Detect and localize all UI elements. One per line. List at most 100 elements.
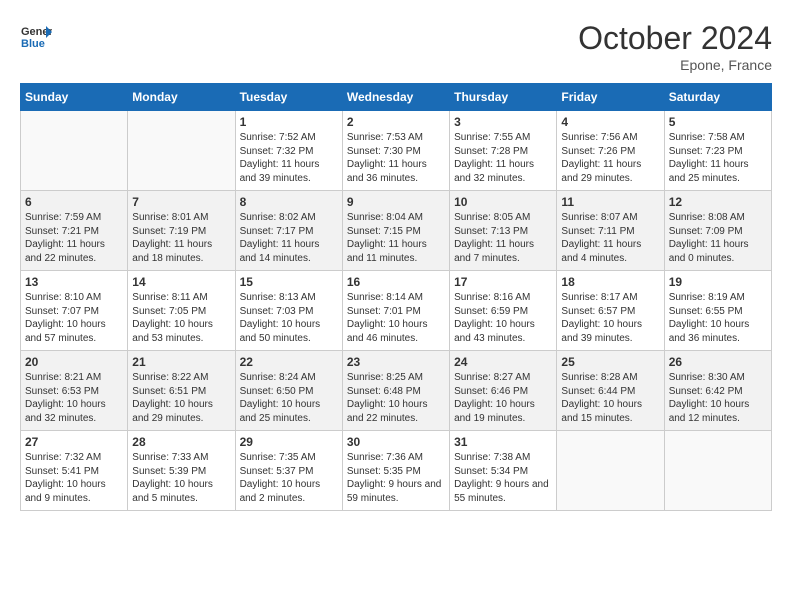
calendar-cell: 16 Sunrise: 8:14 AMSunset: 7:01 PMDaylig… bbox=[342, 271, 449, 351]
day-number: 20 bbox=[25, 355, 123, 369]
week-row-5: 27 Sunrise: 7:32 AMSunset: 5:41 PMDaylig… bbox=[21, 431, 772, 511]
calendar-cell: 8 Sunrise: 8:02 AMSunset: 7:17 PMDayligh… bbox=[235, 191, 342, 271]
day-number: 15 bbox=[240, 275, 338, 289]
calendar-cell: 19 Sunrise: 8:19 AMSunset: 6:55 PMDaylig… bbox=[664, 271, 771, 351]
cell-info: Sunrise: 7:33 AMSunset: 5:39 PMDaylight:… bbox=[132, 452, 213, 504]
header-day-monday: Monday bbox=[128, 84, 235, 111]
cell-info: Sunrise: 8:14 AMSunset: 7:01 PMDaylight:… bbox=[347, 292, 428, 344]
header-day-saturday: Saturday bbox=[664, 84, 771, 111]
day-number: 10 bbox=[454, 195, 552, 209]
cell-info: Sunrise: 8:13 AMSunset: 7:03 PMDaylight:… bbox=[240, 292, 321, 344]
week-row-3: 13 Sunrise: 8:10 AMSunset: 7:07 PMDaylig… bbox=[21, 271, 772, 351]
calendar-cell: 10 Sunrise: 8:05 AMSunset: 7:13 PMDaylig… bbox=[450, 191, 557, 271]
svg-text:Blue: Blue bbox=[21, 38, 45, 50]
calendar-cell: 12 Sunrise: 8:08 AMSunset: 7:09 PMDaylig… bbox=[664, 191, 771, 271]
day-number: 4 bbox=[561, 115, 659, 129]
cell-info: Sunrise: 7:35 AMSunset: 5:37 PMDaylight:… bbox=[240, 452, 321, 504]
header-day-sunday: Sunday bbox=[21, 84, 128, 111]
header-day-wednesday: Wednesday bbox=[342, 84, 449, 111]
cell-info: Sunrise: 8:05 AMSunset: 7:13 PMDaylight:… bbox=[454, 212, 534, 264]
day-number: 31 bbox=[454, 435, 552, 449]
cell-info: Sunrise: 7:32 AMSunset: 5:41 PMDaylight:… bbox=[25, 452, 106, 504]
cell-info: Sunrise: 8:24 AMSunset: 6:50 PMDaylight:… bbox=[240, 372, 321, 424]
header-row: SundayMondayTuesdayWednesdayThursdayFrid… bbox=[21, 84, 772, 111]
calendar-cell: 31 Sunrise: 7:38 AMSunset: 5:34 PMDaylig… bbox=[450, 431, 557, 511]
day-number: 25 bbox=[561, 355, 659, 369]
calendar-cell: 5 Sunrise: 7:58 AMSunset: 7:23 PMDayligh… bbox=[664, 111, 771, 191]
cell-info: Sunrise: 7:58 AMSunset: 7:23 PMDaylight:… bbox=[669, 132, 749, 184]
header-day-tuesday: Tuesday bbox=[235, 84, 342, 111]
cell-info: Sunrise: 8:30 AMSunset: 6:42 PMDaylight:… bbox=[669, 372, 750, 424]
day-number: 11 bbox=[561, 195, 659, 209]
header-day-thursday: Thursday bbox=[450, 84, 557, 111]
day-number: 28 bbox=[132, 435, 230, 449]
calendar-cell: 27 Sunrise: 7:32 AMSunset: 5:41 PMDaylig… bbox=[21, 431, 128, 511]
calendar-cell: 3 Sunrise: 7:55 AMSunset: 7:28 PMDayligh… bbox=[450, 111, 557, 191]
cell-info: Sunrise: 7:59 AMSunset: 7:21 PMDaylight:… bbox=[25, 212, 105, 264]
cell-info: Sunrise: 8:01 AMSunset: 7:19 PMDaylight:… bbox=[132, 212, 212, 264]
calendar-cell: 9 Sunrise: 8:04 AMSunset: 7:15 PMDayligh… bbox=[342, 191, 449, 271]
calendar-cell: 14 Sunrise: 8:11 AMSunset: 7:05 PMDaylig… bbox=[128, 271, 235, 351]
cell-info: Sunrise: 7:53 AMSunset: 7:30 PMDaylight:… bbox=[347, 132, 427, 184]
calendar-cell bbox=[664, 431, 771, 511]
month-title: October 2024 bbox=[578, 20, 772, 57]
cell-info: Sunrise: 8:28 AMSunset: 6:44 PMDaylight:… bbox=[561, 372, 642, 424]
calendar-cell bbox=[557, 431, 664, 511]
day-number: 24 bbox=[454, 355, 552, 369]
calendar-cell: 1 Sunrise: 7:52 AMSunset: 7:32 PMDayligh… bbox=[235, 111, 342, 191]
cell-info: Sunrise: 8:04 AMSunset: 7:15 PMDaylight:… bbox=[347, 212, 427, 264]
cell-info: Sunrise: 8:17 AMSunset: 6:57 PMDaylight:… bbox=[561, 292, 642, 344]
calendar-cell: 7 Sunrise: 8:01 AMSunset: 7:19 PMDayligh… bbox=[128, 191, 235, 271]
day-number: 22 bbox=[240, 355, 338, 369]
day-number: 18 bbox=[561, 275, 659, 289]
title-block: October 2024 Epone, France bbox=[578, 20, 772, 73]
week-row-1: 1 Sunrise: 7:52 AMSunset: 7:32 PMDayligh… bbox=[21, 111, 772, 191]
calendar-cell: 4 Sunrise: 7:56 AMSunset: 7:26 PMDayligh… bbox=[557, 111, 664, 191]
day-number: 6 bbox=[25, 195, 123, 209]
cell-info: Sunrise: 7:52 AMSunset: 7:32 PMDaylight:… bbox=[240, 132, 320, 184]
logo: General Blue bbox=[20, 20, 52, 52]
calendar-cell: 6 Sunrise: 7:59 AMSunset: 7:21 PMDayligh… bbox=[21, 191, 128, 271]
logo-bird-icon: General Blue bbox=[20, 20, 52, 52]
day-number: 19 bbox=[669, 275, 767, 289]
day-number: 7 bbox=[132, 195, 230, 209]
cell-info: Sunrise: 8:22 AMSunset: 6:51 PMDaylight:… bbox=[132, 372, 213, 424]
calendar-cell: 13 Sunrise: 8:10 AMSunset: 7:07 PMDaylig… bbox=[21, 271, 128, 351]
day-number: 21 bbox=[132, 355, 230, 369]
cell-info: Sunrise: 8:16 AMSunset: 6:59 PMDaylight:… bbox=[454, 292, 535, 344]
day-number: 27 bbox=[25, 435, 123, 449]
cell-info: Sunrise: 8:19 AMSunset: 6:55 PMDaylight:… bbox=[669, 292, 750, 344]
calendar-cell: 23 Sunrise: 8:25 AMSunset: 6:48 PMDaylig… bbox=[342, 351, 449, 431]
cell-info: Sunrise: 8:21 AMSunset: 6:53 PMDaylight:… bbox=[25, 372, 106, 424]
day-number: 8 bbox=[240, 195, 338, 209]
calendar-cell: 22 Sunrise: 8:24 AMSunset: 6:50 PMDaylig… bbox=[235, 351, 342, 431]
day-number: 13 bbox=[25, 275, 123, 289]
cell-info: Sunrise: 8:02 AMSunset: 7:17 PMDaylight:… bbox=[240, 212, 320, 264]
day-number: 14 bbox=[132, 275, 230, 289]
cell-info: Sunrise: 8:10 AMSunset: 7:07 PMDaylight:… bbox=[25, 292, 106, 344]
calendar-cell: 25 Sunrise: 8:28 AMSunset: 6:44 PMDaylig… bbox=[557, 351, 664, 431]
cell-info: Sunrise: 7:56 AMSunset: 7:26 PMDaylight:… bbox=[561, 132, 641, 184]
location-subtitle: Epone, France bbox=[578, 57, 772, 73]
calendar-cell: 11 Sunrise: 8:07 AMSunset: 7:11 PMDaylig… bbox=[557, 191, 664, 271]
week-row-2: 6 Sunrise: 7:59 AMSunset: 7:21 PMDayligh… bbox=[21, 191, 772, 271]
cell-info: Sunrise: 7:36 AMSunset: 5:35 PMDaylight:… bbox=[347, 452, 442, 504]
day-number: 26 bbox=[669, 355, 767, 369]
calendar-cell: 28 Sunrise: 7:33 AMSunset: 5:39 PMDaylig… bbox=[128, 431, 235, 511]
calendar-cell: 17 Sunrise: 8:16 AMSunset: 6:59 PMDaylig… bbox=[450, 271, 557, 351]
day-number: 17 bbox=[454, 275, 552, 289]
calendar-cell bbox=[128, 111, 235, 191]
cell-info: Sunrise: 8:25 AMSunset: 6:48 PMDaylight:… bbox=[347, 372, 428, 424]
cell-info: Sunrise: 8:27 AMSunset: 6:46 PMDaylight:… bbox=[454, 372, 535, 424]
cell-info: Sunrise: 8:07 AMSunset: 7:11 PMDaylight:… bbox=[561, 212, 641, 264]
day-number: 29 bbox=[240, 435, 338, 449]
day-number: 16 bbox=[347, 275, 445, 289]
calendar-cell: 18 Sunrise: 8:17 AMSunset: 6:57 PMDaylig… bbox=[557, 271, 664, 351]
day-number: 30 bbox=[347, 435, 445, 449]
calendar-table: SundayMondayTuesdayWednesdayThursdayFrid… bbox=[20, 83, 772, 511]
calendar-cell: 24 Sunrise: 8:27 AMSunset: 6:46 PMDaylig… bbox=[450, 351, 557, 431]
day-number: 1 bbox=[240, 115, 338, 129]
day-number: 3 bbox=[454, 115, 552, 129]
calendar-cell: 20 Sunrise: 8:21 AMSunset: 6:53 PMDaylig… bbox=[21, 351, 128, 431]
calendar-cell: 15 Sunrise: 8:13 AMSunset: 7:03 PMDaylig… bbox=[235, 271, 342, 351]
